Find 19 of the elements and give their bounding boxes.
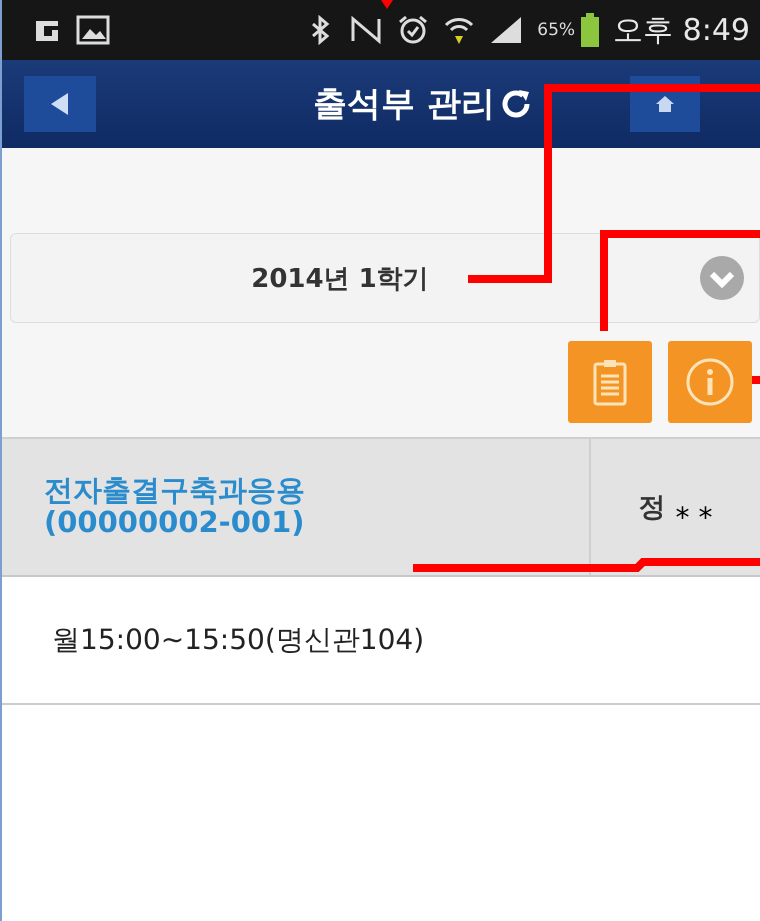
page-title: 출석부 관리 (313, 83, 495, 126)
image-icon (76, 15, 110, 45)
semester-dropdown[interactable]: 2014년 1학기 (10, 233, 760, 323)
home-icon (655, 95, 675, 113)
alarm-icon (397, 14, 430, 46)
chevron-down-icon (699, 255, 745, 301)
professor-name: 정 (638, 491, 666, 525)
info-icon (685, 357, 735, 407)
battery-percent: 65% (537, 20, 576, 40)
clipboard-button[interactable] (568, 341, 652, 423)
battery-icon (581, 13, 600, 47)
callout-marker (381, 0, 393, 9)
no-signal-icon (349, 15, 384, 45)
clipboard-icon (592, 358, 628, 406)
clock-time: 오후 8:49 (613, 12, 750, 50)
name-mask: * * (676, 500, 712, 534)
callout-line (752, 376, 760, 384)
back-button[interactable] (24, 76, 96, 132)
signal-icon (489, 15, 524, 45)
